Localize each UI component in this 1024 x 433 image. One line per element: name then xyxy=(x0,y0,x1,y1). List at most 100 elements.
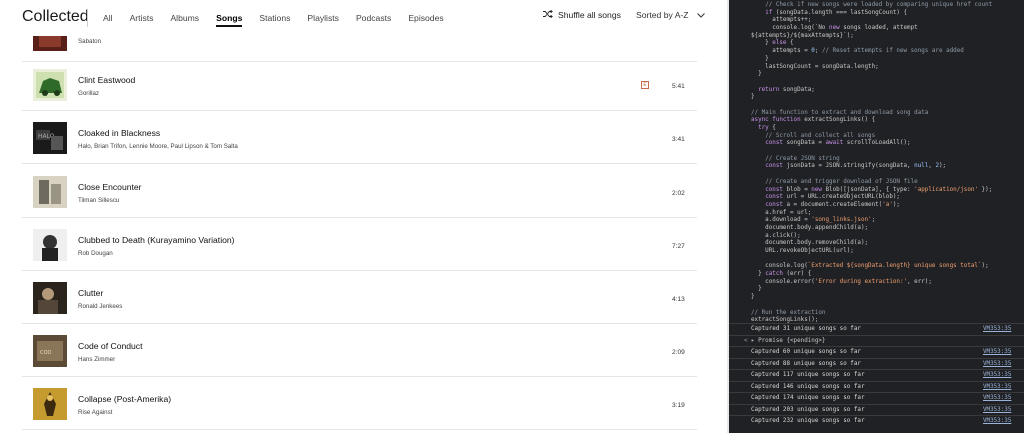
code-line: a.href = url; xyxy=(751,209,812,216)
code-line: a.download = 'song_links.json'; xyxy=(751,217,876,224)
song-row[interactable]: Clubbed to Death (Kurayamino Variation) … xyxy=(22,218,697,271)
shuffle-label: Shuffle all songs xyxy=(558,10,621,20)
code-line: // Create and trigger download of JSON f… xyxy=(765,178,918,185)
console-log-entry: Captured 232 unique songs so far VM353:35 xyxy=(729,415,1024,427)
console-source-link[interactable]: VM353:35 xyxy=(983,395,1011,401)
song-title[interactable]: Clutter xyxy=(78,288,103,298)
album-art-halo: HALO xyxy=(33,122,67,154)
console-source-link[interactable]: VM353:35 xyxy=(983,326,1011,332)
code-line: console.log(`No new songs loaded, attemp… xyxy=(751,25,918,32)
song-row[interactable]: HALO Cloaked in Blackness Halo, Brian Tr… xyxy=(22,111,697,164)
console-source-link[interactable]: VM353:35 xyxy=(983,372,1011,378)
song-duration: 3:19 xyxy=(672,402,685,409)
code-line: try { xyxy=(758,125,776,131)
console-message: Captured 174 unique songs so far xyxy=(751,395,865,401)
code-line: const url = URL.createObjectURL(blob); xyxy=(765,194,900,201)
song-artist: Sabaton xyxy=(78,38,102,45)
console-source-link[interactable]: VM353:35 xyxy=(983,407,1011,413)
album-art-gorillaz xyxy=(33,69,67,101)
console-promise-entry[interactable]: < ▸ Promise {<pending>} xyxy=(729,334,1024,347)
console-log-entry: Captured 146 unique songs so far VM353:35 xyxy=(729,380,1024,393)
sort-label: Sorted by A-Z xyxy=(636,10,689,20)
code-line: attempts++; xyxy=(751,17,812,24)
code-line: const a = document.createElement('a'); xyxy=(765,201,900,208)
song-title[interactable]: Clint Eastwood xyxy=(78,75,135,85)
song-row[interactable]: Clint Eastwood Gorillaz E 5:41 xyxy=(22,58,697,111)
code-editor[interactable]: // Check if new songs were loaded by com… xyxy=(751,2,992,325)
song-title[interactable]: Cloaked in Blackness xyxy=(78,128,160,138)
song-title[interactable]: Clubbed to Death (Kurayamino Variation) xyxy=(78,235,235,245)
tab-albums[interactable]: Albums xyxy=(170,13,199,27)
song-title[interactable]: Close Encounter xyxy=(78,182,142,192)
music-library-pane: Collected All Artists Albums Songs Stati… xyxy=(0,0,727,433)
console-source-link[interactable]: VM353:35 xyxy=(983,418,1011,424)
code-line: } else { xyxy=(751,40,794,47)
tab-podcasts[interactable]: Podcasts xyxy=(356,13,391,27)
console-output: Captured 31 unique songs so far VM353:35 <… xyxy=(729,323,1024,427)
song-artist[interactable]: Gorillaz xyxy=(78,90,99,97)
song-artist[interactable]: Rise Against xyxy=(78,409,112,416)
song-artist[interactable]: Halo, Brian Trifon, Lennie Moore, Paul L… xyxy=(78,143,238,150)
code-line: lastSongCount = songData.length; xyxy=(751,63,879,70)
console-log-entry: Captured 117 unique songs so far VM353:35 xyxy=(729,369,1024,381)
code-line: a.click(); xyxy=(751,232,801,239)
console-source-link[interactable]: VM353:35 xyxy=(983,384,1011,390)
code-line: const songData = await scrollToLoadAll()… xyxy=(765,140,911,147)
code-line: // Main function to extract and download… xyxy=(751,109,929,116)
code-line: // Create JSON string xyxy=(765,155,840,162)
song-duration: 7:27 xyxy=(672,243,685,250)
code-line: if (songData.length === lastSongCount) { xyxy=(765,9,908,16)
code-line: console.error('Error during extraction:'… xyxy=(751,278,932,285)
album-art-hans-zimmer: COD xyxy=(33,335,67,367)
console-source-link[interactable]: VM353:35 xyxy=(983,349,1011,355)
code-line: // Run the extraction xyxy=(751,309,826,316)
console-source-link[interactable]: VM353:35 xyxy=(983,361,1011,367)
console-log-entry: Captured 174 unique songs so far VM353:35 xyxy=(729,392,1024,404)
tab-stations[interactable]: Stations xyxy=(259,13,290,27)
header-divider xyxy=(87,9,88,27)
song-title[interactable]: Collapse (Post-Amerika) xyxy=(78,394,171,404)
console-log-entry: Captured 31 unique songs so far VM353:35 xyxy=(729,323,1024,335)
console-log-entry: Captured 60 unique songs so far VM353:35 xyxy=(729,346,1024,358)
tab-all[interactable]: All xyxy=(103,13,113,27)
song-title[interactable]: Code of Conduct xyxy=(78,341,143,351)
console-log-entry: Captured 203 unique songs so far VM353:35 xyxy=(729,403,1024,416)
code-line: const blob = new Blob([jsonData], { type… xyxy=(765,186,993,193)
song-row[interactable]: COD Code of Conduct Hans Zimmer 2:09 xyxy=(22,324,697,377)
song-row[interactable]: Collapse (Post-Amerika) Rise Against 3:1… xyxy=(22,377,697,430)
code-line: // Scroll and collect all songs xyxy=(765,132,876,139)
song-artist[interactable]: Hans Zimmer xyxy=(78,356,115,363)
code-line: document.body.removeChild(a); xyxy=(751,240,869,247)
code-line: return songData; xyxy=(758,86,815,93)
song-artist[interactable]: Ronald Jenkees xyxy=(78,303,122,310)
shuffle-icon xyxy=(543,9,558,20)
code-line: } xyxy=(751,294,755,301)
song-row[interactable]: Close Encounter Tilman Sillescu 2:02 xyxy=(22,165,697,218)
code-line: } xyxy=(751,71,762,78)
song-row[interactable]: Clutter Ronald Jenkees 4:13 xyxy=(22,271,697,324)
code-line: async function extractSongLinks() { xyxy=(751,117,876,124)
song-duration: 2:02 xyxy=(672,190,685,197)
shuffle-all-button[interactable]: Shuffle all songs xyxy=(543,9,621,20)
code-line: } catch (err) { xyxy=(751,271,812,278)
console-message: Captured 232 unique songs so far xyxy=(751,418,865,424)
song-artist[interactable]: Tilman Sillescu xyxy=(78,197,119,204)
console-message: Captured 117 unique songs so far xyxy=(751,372,865,378)
sort-dropdown[interactable]: Sorted by A-Z xyxy=(636,10,705,20)
explicit-badge: E xyxy=(641,81,649,89)
code-line: document.body.appendChild(a); xyxy=(751,224,869,231)
tab-episodes[interactable]: Episodes xyxy=(408,13,443,27)
song-artist[interactable]: Rob Dougan xyxy=(78,250,113,257)
tab-artists[interactable]: Artists xyxy=(130,13,154,27)
code-line: console.log(`Extracted ${songData.length… xyxy=(751,263,989,270)
code-line: // Check if new songs were loaded by com… xyxy=(765,2,993,8)
tab-songs[interactable]: Songs xyxy=(216,13,243,27)
album-art-rob-dougan xyxy=(33,229,67,261)
tab-playlists[interactable]: Playlists xyxy=(307,13,339,27)
code-line: attempts = 0; // Reset attempts if new s… xyxy=(751,48,964,55)
